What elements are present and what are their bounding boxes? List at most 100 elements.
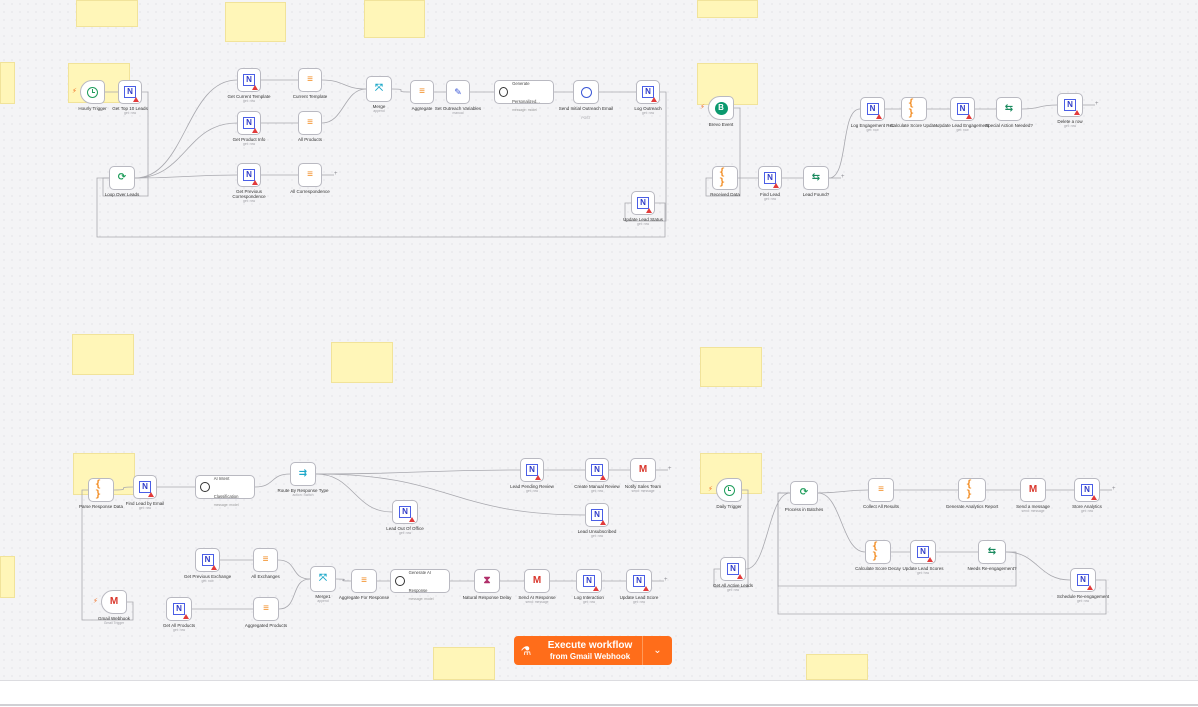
node-allprod[interactable]: ≡ [298, 111, 322, 135]
add-node-plus-icon[interactable]: + [334, 171, 338, 177]
node-genreport[interactable]: { } [958, 478, 986, 502]
node-sendemail[interactable] [573, 80, 599, 104]
node-logeng[interactable]: N [860, 97, 885, 121]
node-prevex[interactable]: N [195, 548, 220, 572]
node-brevo[interactable]: B [708, 96, 734, 120]
sticky-note[interactable] [697, 0, 758, 18]
node-special[interactable]: ⇆ [996, 97, 1022, 121]
globe-icon [580, 86, 592, 98]
sticky-note[interactable] [225, 2, 286, 42]
sticky-note[interactable] [0, 62, 15, 104]
node-logout[interactable]: N [636, 80, 660, 104]
node-prevcorr[interactable]: N [237, 163, 261, 187]
connection-merge2-aggr2 [335, 578, 352, 582]
node-subtitle: send: message [631, 489, 655, 493]
node-updstatus[interactable]: N [631, 191, 655, 215]
node-intent[interactable]: AI Intent Classification message: model [195, 475, 255, 507]
node-findemail[interactable]: N [133, 475, 157, 499]
add-node-plus-icon[interactable]: + [841, 174, 845, 180]
add-node-plus-icon[interactable]: + [664, 577, 668, 583]
node-batches[interactable]: ⟳ [790, 481, 818, 505]
node-prodinfo[interactable]: N [237, 111, 261, 135]
node-loginter[interactable]: N [576, 569, 602, 593]
node-aggr1[interactable]: ≡ [410, 80, 434, 104]
node-subtitle: get: row [525, 489, 539, 493]
warning-icon [600, 520, 606, 525]
node-hourly[interactable] [80, 80, 105, 104]
add-node-plus-icon[interactable]: + [668, 466, 672, 472]
node-subtitle: get: row [956, 128, 969, 132]
node-sendai[interactable]: M [524, 569, 550, 593]
execute-workflow-button[interactable]: ⚗ Execute workflow from Gmail Webhook ⌄ [514, 636, 672, 665]
node-getactive[interactable]: N [720, 557, 746, 581]
hourglass-icon: ⧗ [483, 575, 491, 586]
node-subtitle: get: row [242, 199, 256, 203]
node-subtitle: get: row [590, 534, 604, 538]
node-genemail[interactable]: Generate Personalized... message: model [494, 80, 554, 112]
sticky-note[interactable] [0, 556, 15, 598]
node-delay[interactable]: ⧗ [474, 569, 500, 593]
node-subtitle: get: row [916, 571, 930, 575]
node-decay[interactable]: { } [865, 540, 891, 564]
node-pending[interactable]: N [520, 458, 544, 482]
sticky-note[interactable] [806, 654, 868, 680]
workflow-canvas[interactable]: ⚡ Hourly Trigger N Get Top 10 Leads get: row… [0, 0, 1198, 680]
chevron-down-icon[interactable]: ⌄ [642, 636, 672, 665]
node-ooo[interactable]: N [392, 500, 418, 524]
node-updscores[interactable]: N [910, 540, 936, 564]
sticky-note[interactable] [700, 347, 762, 387]
node-schedule[interactable]: N [1070, 568, 1096, 592]
sticky-note[interactable] [331, 342, 393, 383]
node-label: Aggregate For Response [338, 595, 390, 600]
node-label: Get Previous Correspondence [232, 189, 266, 199]
code-icon: { } [872, 541, 879, 562]
node-notify[interactable]: M [630, 458, 656, 482]
add-node-plus-icon[interactable]: + [1095, 101, 1099, 107]
node-curtpl[interactable]: N [237, 68, 261, 92]
add-node-plus-icon[interactable]: + [1112, 486, 1116, 492]
node-merge2[interactable]: ⤧ [310, 566, 336, 592]
node-aggr2[interactable]: ≡ [351, 569, 377, 593]
node-curtpl2[interactable]: ≡ [298, 68, 322, 92]
node-sendmsg[interactable]: M [1020, 478, 1046, 502]
node-label: AI Intent Classification [213, 476, 239, 499]
node-top10[interactable]: N [118, 80, 142, 104]
node-gmailhook[interactable]: M [101, 590, 127, 614]
connection-batches-collect [817, 489, 869, 494]
sticky-note[interactable] [433, 647, 495, 680]
node-allcorr[interactable]: ≡ [298, 163, 322, 187]
node-parseresp[interactable]: { } [88, 478, 114, 502]
node-daily[interactable] [716, 478, 742, 502]
warning-icon [1074, 110, 1080, 115]
trigger-bolt-icon: ⚡ [72, 88, 77, 95]
node-reeng[interactable]: ⇆ [978, 540, 1006, 564]
node-subtitle: get: row [398, 531, 412, 535]
node-loopleads[interactable]: ⟳ [109, 166, 135, 190]
node-calcscore[interactable]: { } [901, 97, 927, 121]
node-genai[interactable]: Generate AI Response message: model [390, 569, 450, 601]
node-setvars[interactable]: ✎ [446, 80, 470, 104]
warning-icon [646, 208, 652, 213]
node-manual[interactable]: N [585, 458, 609, 482]
node-subtitle: POST [581, 116, 591, 120]
trigger-bolt-icon: ⚡ [700, 104, 705, 111]
sticky-note[interactable] [76, 0, 138, 27]
sticky-note[interactable] [364, 0, 425, 38]
node-updscore[interactable]: N [626, 569, 652, 593]
node-merge1[interactable]: ⤧ [366, 76, 392, 102]
node-recvdata[interactable]: { } [712, 166, 738, 190]
node-leadfound[interactable]: ⇆ [803, 166, 829, 190]
node-findlead[interactable]: N [758, 166, 782, 190]
warning-icon [133, 97, 139, 102]
node-unsub[interactable]: N [585, 503, 609, 527]
node-storeana[interactable]: N [1074, 478, 1100, 502]
node-route[interactable]: ⇉ [290, 462, 316, 486]
node-delrow[interactable]: N [1057, 93, 1083, 117]
node-aggprod[interactable]: ≡ [253, 597, 279, 621]
node-subtitle: get: row [866, 128, 879, 132]
node-updeng[interactable]: N [950, 97, 975, 121]
node-collect[interactable]: ≡ [868, 478, 894, 502]
node-allex[interactable]: ≡ [253, 548, 278, 572]
sticky-note[interactable] [72, 334, 134, 375]
node-allprod2[interactable]: N [166, 597, 192, 621]
